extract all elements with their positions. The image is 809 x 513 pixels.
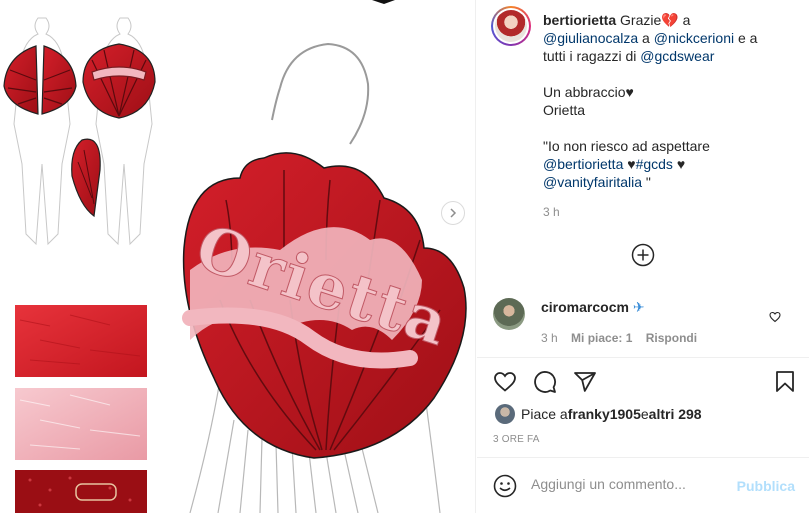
post-media[interactable]: Orietta	[0, 0, 476, 513]
divider	[477, 357, 809, 358]
bookmark-icon[interactable]	[773, 370, 797, 394]
mention-link[interactable]: @gcdswear	[640, 48, 714, 64]
post-details-panel: bertiorietta Grazie💔 a @giulianocalza a …	[477, 0, 809, 513]
likes-summary: Piace a franky1905 e altri 298	[495, 404, 702, 424]
liker-avatar[interactable]	[495, 404, 515, 424]
liker-username[interactable]: franky1905	[568, 406, 641, 422]
commenter-avatar[interactable]	[493, 298, 525, 330]
plus-circle-icon[interactable]	[631, 243, 655, 267]
mention-link[interactable]: @nickcerioni	[654, 30, 734, 46]
share-icon[interactable]	[573, 370, 597, 394]
comment-heart-icon[interactable]	[769, 311, 781, 323]
emoji-icon[interactable]	[493, 474, 517, 498]
comment-item: ciromarcocm ✈ 3 h Mi piace: 1 Rispondi	[493, 296, 793, 346]
next-slide-button[interactable]	[441, 201, 465, 225]
caption-text: bertiorietta Grazie💔 a @giulianocalza a …	[543, 12, 758, 190]
comment-icon[interactable]	[533, 370, 557, 394]
author-avatar[interactable]	[491, 6, 531, 46]
broken-heart-emoji-icon: 💔	[661, 12, 679, 28]
mention-link[interactable]: @vanityfairitalia	[543, 174, 642, 190]
reply-button[interactable]: Rispondi	[646, 331, 697, 345]
publish-button[interactable]: Pubblica	[737, 478, 795, 494]
likes-others-link[interactable]: altri 298	[649, 406, 702, 422]
black-heart-emoji-icon: ♥	[676, 156, 686, 172]
commenter-username[interactable]: ciromarcocm	[541, 299, 629, 315]
action-bar	[493, 370, 797, 394]
airplane-emoji-icon: ✈	[632, 299, 645, 315]
comment-time[interactable]: 3 h	[541, 331, 558, 345]
mention-link[interactable]: @giulianocalza	[543, 30, 638, 46]
heart-icon[interactable]	[493, 370, 517, 394]
author-username[interactable]: bertiorietta	[543, 12, 616, 28]
hashtag-link[interactable]: #gcds	[636, 156, 673, 172]
comment-likes[interactable]: Mi piace: 1	[571, 331, 632, 345]
black-heart-emoji-icon: ♥	[625, 84, 634, 100]
mention-link[interactable]: @bertiorietta	[543, 156, 623, 172]
fashion-sketch-image: Orietta	[3, 0, 467, 513]
post-date[interactable]: 3 ORE FA	[493, 434, 540, 445]
caption-time[interactable]: 3 h	[543, 205, 560, 219]
add-comment-bar: Pubblica	[477, 458, 809, 513]
chevron-right-icon	[450, 208, 457, 218]
comment-meta: 3 h Mi piace: 1 Rispondi	[541, 331, 707, 345]
black-heart-emoji-icon: ♥	[627, 156, 636, 172]
comment-input[interactable]	[531, 476, 731, 492]
